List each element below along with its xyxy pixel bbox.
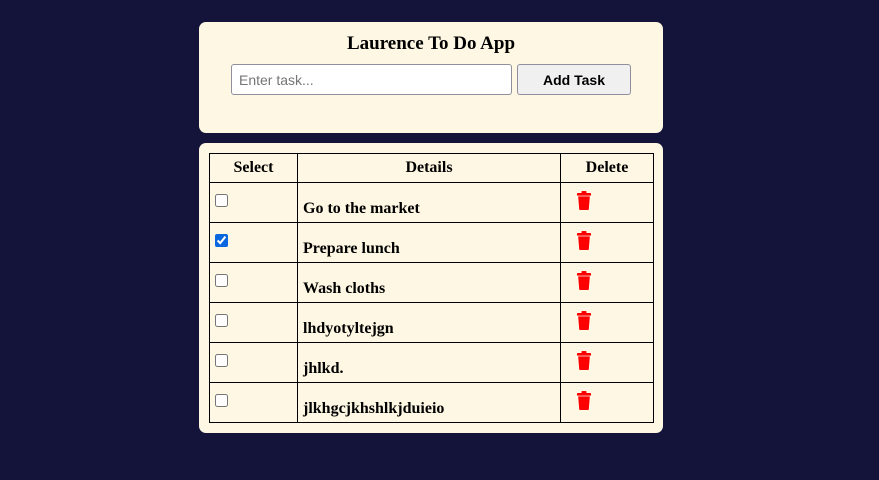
task-details-text: jlkhgcjkhshlkjduieio: [303, 400, 445, 417]
table-row: Prepare lunch: [209, 222, 654, 263]
select-cell: [209, 342, 298, 383]
table-row: lhdyotyltejgn: [209, 302, 654, 343]
delete-cell: [560, 222, 654, 263]
app-title: Laurence To Do App: [346, 33, 516, 54]
task-input[interactable]: [231, 64, 512, 95]
column-header-select: Select: [209, 153, 298, 183]
task-table: Select Details Delete Go to the market Pr…: [209, 153, 654, 423]
trash-icon[interactable]: [577, 271, 591, 290]
select-cell: [209, 182, 298, 223]
task-checkbox[interactable]: [215, 194, 228, 207]
select-cell: [209, 302, 298, 343]
task-rows: Go to the market Prepare lunch Wash cloths…: [209, 182, 654, 423]
trash-icon[interactable]: [577, 231, 591, 250]
details-cell: jhlkd.: [297, 342, 561, 383]
details-cell: lhdyotyltejgn: [297, 302, 561, 343]
table-row: Wash cloths: [209, 262, 654, 303]
delete-cell: [560, 182, 654, 223]
table-header-row: Select Details Delete: [209, 153, 654, 183]
task-details-text: lhdyotyltejgn: [303, 320, 394, 337]
select-cell: [209, 222, 298, 263]
trash-icon[interactable]: [577, 311, 591, 330]
details-cell: Prepare lunch: [297, 222, 561, 263]
delete-cell: [560, 382, 654, 423]
select-cell: [209, 382, 298, 423]
task-checkbox[interactable]: [215, 394, 228, 407]
column-header-delete: Delete: [560, 153, 654, 183]
delete-cell: [560, 302, 654, 343]
task-checkbox[interactable]: [215, 274, 228, 287]
task-details-text: Wash cloths: [303, 280, 386, 297]
task-checkbox[interactable]: [215, 354, 228, 367]
trash-icon[interactable]: [577, 191, 591, 210]
add-task-button[interactable]: Add Task: [517, 64, 631, 95]
task-list-card: Select Details Delete Go to the market Pr…: [199, 143, 663, 433]
trash-icon[interactable]: [577, 391, 591, 410]
trash-icon[interactable]: [577, 351, 591, 370]
details-cell: Go to the market: [297, 182, 561, 223]
task-checkbox[interactable]: [215, 314, 228, 327]
delete-cell: [560, 262, 654, 303]
task-details-text: Prepare lunch: [303, 240, 400, 257]
task-checkbox[interactable]: [215, 234, 228, 247]
header-card: Laurence To Do App Add Task: [199, 22, 663, 133]
table-row: jhlkd.: [209, 342, 654, 383]
task-details-text: Go to the market: [303, 200, 420, 217]
table-row: jlkhgcjkhshlkjduieio: [209, 382, 654, 423]
select-cell: [209, 262, 298, 303]
details-cell: Wash cloths: [297, 262, 561, 303]
column-header-details: Details: [297, 153, 561, 183]
details-cell: jlkhgcjkhshlkjduieio: [297, 382, 561, 423]
table-row: Go to the market: [209, 182, 654, 223]
task-details-text: jhlkd.: [303, 360, 344, 377]
delete-cell: [560, 342, 654, 383]
